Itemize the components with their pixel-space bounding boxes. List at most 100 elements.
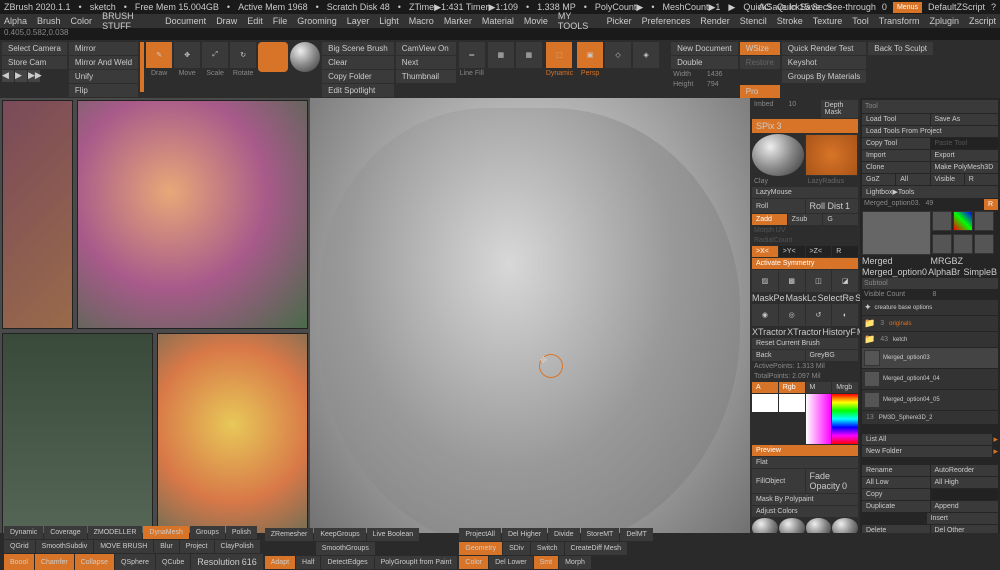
storemt-button[interactable]: StoreMT xyxy=(581,528,620,541)
store-cam-button[interactable]: Store Cam xyxy=(2,56,67,69)
color-swatch-1[interactable] xyxy=(752,394,778,412)
smoothsubdiv-button[interactable]: SmoothSubdiv xyxy=(36,540,94,553)
duplicate-button[interactable]: Duplicate xyxy=(862,501,930,512)
allhigh-button[interactable]: All High xyxy=(931,477,999,488)
morph-button[interactable]: Morph xyxy=(559,556,591,569)
copy-folder-button[interactable]: Copy Folder xyxy=(322,70,394,83)
mirror-weld-button[interactable]: Mirror And Weld xyxy=(69,56,138,69)
brush-preview-icon[interactable] xyxy=(258,42,288,72)
zmodeller-button[interactable]: ZMODELLER xyxy=(88,526,143,539)
menu-brush[interactable]: Brush xyxy=(35,16,63,26)
blur-button[interactable]: Blur xyxy=(154,540,178,553)
rolldist-button[interactable]: Roll Dist 1 xyxy=(806,199,859,213)
preview-button[interactable]: Preview xyxy=(752,445,858,456)
menu-edit[interactable]: Edit xyxy=(245,16,265,26)
creatediff-button[interactable]: CreateDiff Mesh xyxy=(565,542,627,555)
select-camera-button[interactable]: Select Camera xyxy=(2,42,67,55)
prev-icon[interactable]: ◀ xyxy=(2,70,14,82)
depth-mask-button[interactable]: Depth Mask xyxy=(821,100,858,118)
copy-tool-button[interactable]: Copy Tool xyxy=(862,138,930,149)
scale-mode-icon[interactable]: ⤢ xyxy=(202,42,228,68)
goz-button[interactable]: GoZ xyxy=(862,174,895,185)
load-tool-button[interactable]: Load Tool xyxy=(862,114,930,125)
save-as-button[interactable]: Save As xyxy=(931,114,999,125)
delmt-button[interactable]: DelMT xyxy=(620,528,653,541)
autoreorder-button[interactable]: AutoReorder xyxy=(931,465,999,476)
symz-button[interactable]: >Z< xyxy=(806,246,832,257)
mrgb-button[interactable]: Mrgb xyxy=(832,382,858,393)
tool-thumb-3[interactable] xyxy=(974,211,994,231)
zremesher-button[interactable]: ZRemesher xyxy=(265,528,314,541)
hue-slider[interactable] xyxy=(832,394,858,444)
lightbox-tools-button[interactable]: Lightbox▶Tools xyxy=(862,186,998,198)
liveboolean-button[interactable]: Live Boolean xyxy=(367,528,419,541)
mask2-icon[interactable]: ▩ xyxy=(779,270,805,292)
new-document-button[interactable]: New Document xyxy=(671,42,738,55)
m-button[interactable]: M xyxy=(806,382,832,393)
next-button[interactable]: Next xyxy=(396,56,456,69)
coverage-button[interactable]: Coverage xyxy=(44,526,86,539)
menus-toggle[interactable]: Menus xyxy=(893,2,922,13)
menu-transform[interactable]: Transform xyxy=(877,16,922,26)
subtool-item[interactable]: Merged_option04_05 xyxy=(862,390,998,410)
switch-button[interactable]: Switch xyxy=(531,542,564,555)
subtool-item-active[interactable]: Merged_option03 xyxy=(862,348,998,368)
copy-button[interactable]: Copy xyxy=(862,489,930,500)
menu-render[interactable]: Render xyxy=(698,16,732,26)
menu-tool[interactable]: Tool xyxy=(850,16,871,26)
menu-color[interactable]: Color xyxy=(69,16,95,26)
menu-zscript[interactable]: Zscript xyxy=(967,16,998,26)
subtool-item[interactable]: 📁3originals xyxy=(862,316,998,331)
move-mode-icon[interactable]: ✥ xyxy=(174,42,200,68)
menu-mytools[interactable]: MY TOOLS xyxy=(556,11,599,31)
pro-button[interactable]: Pro xyxy=(740,85,780,98)
fade-opacity-button[interactable]: Fade Opacity 0 xyxy=(806,469,859,493)
reference-image-1[interactable] xyxy=(2,100,73,329)
subtool-item[interactable]: Merged_option04_04 xyxy=(862,369,998,389)
chamfer-button[interactable]: Chamfer xyxy=(35,554,74,570)
list-all-button[interactable]: List All xyxy=(862,434,992,445)
groups-button[interactable]: Groups xyxy=(190,526,225,539)
depth-preview-icon[interactable] xyxy=(805,134,859,176)
dynamic-icon[interactable]: ⬚ xyxy=(546,42,572,68)
polygroupit-button[interactable]: PolyGroupIt from Paint xyxy=(375,556,458,569)
menu-stroke[interactable]: Stroke xyxy=(775,16,805,26)
big-scene-brush-button[interactable]: Big Scene Brush xyxy=(322,42,394,55)
greybg-button[interactable]: GreyBG xyxy=(806,350,859,361)
edit-spotlight-button[interactable]: Edit Spotlight xyxy=(322,84,394,97)
rgb-button[interactable]: Rgb xyxy=(779,382,805,393)
lazymouse-button[interactable]: LazyMouse xyxy=(752,187,858,198)
view2-icon[interactable]: ◈ xyxy=(633,42,659,68)
export-button[interactable]: Export xyxy=(931,150,999,161)
rotate-mode-icon[interactable]: ↻ xyxy=(230,42,256,68)
menu-layer[interactable]: Layer xyxy=(345,16,372,26)
quick-render-button[interactable]: Quick Render Test xyxy=(782,42,866,55)
reset-brush-button[interactable]: Reset Current Brush xyxy=(752,338,858,349)
linefill-icon[interactable]: ═ xyxy=(459,42,485,68)
divide-button[interactable]: Divide xyxy=(548,528,579,541)
append-button[interactable]: Append xyxy=(931,501,999,512)
select1-icon[interactable]: ◫ xyxy=(806,270,832,292)
projectall-button[interactable]: ProjectAll xyxy=(459,528,501,541)
tool-thumb-6[interactable] xyxy=(974,234,994,254)
mask-polypaint-button[interactable]: Mask By Polypaint xyxy=(752,494,858,505)
activate-symmetry-button[interactable]: Activate Symmetry xyxy=(752,258,858,269)
import-button[interactable]: Import xyxy=(862,150,930,161)
persp-icon[interactable]: ▣ xyxy=(577,42,603,68)
claypolish-button[interactable]: ClayPolish xyxy=(215,540,260,553)
half-button[interactable]: Half xyxy=(296,556,320,569)
fillobject-button[interactable]: FillObject xyxy=(752,469,805,493)
tool-thumb-main[interactable] xyxy=(862,211,931,255)
menu-draw[interactable]: Draw xyxy=(214,16,239,26)
3d-canvas[interactable]: ✥ xyxy=(310,98,750,563)
sculpt-mesh[interactable] xyxy=(320,108,740,553)
menu-zplugin[interactable]: Zplugin xyxy=(927,16,961,26)
project-button[interactable]: Project xyxy=(180,540,214,553)
load-project-button[interactable]: Load Tools From Project xyxy=(862,126,998,137)
groups-materials-button[interactable]: Groups By Materials xyxy=(782,70,866,83)
resolution-button[interactable]: Resolution 616 xyxy=(191,554,263,570)
sdiv-button[interactable]: SDiv xyxy=(503,542,530,555)
adapt-button[interactable]: Adapt xyxy=(265,556,295,569)
grid1-icon[interactable]: ▦ xyxy=(488,42,514,68)
tool-thumb-2[interactable] xyxy=(953,211,973,231)
